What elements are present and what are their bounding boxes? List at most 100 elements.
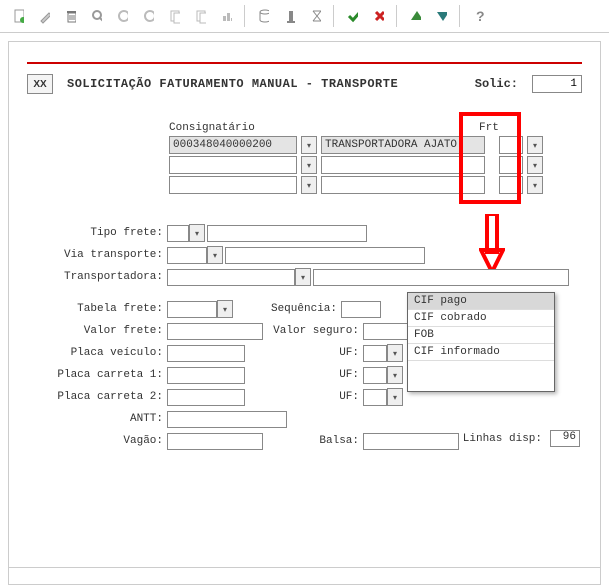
- linhas-disp: Linhas disp: 96: [463, 430, 580, 447]
- placa-carreta1-field[interactable]: [167, 367, 245, 384]
- dropdown-option[interactable]: FOB: [408, 327, 554, 344]
- info-icon[interactable]: [277, 4, 301, 28]
- solic-label: Solic:: [475, 77, 518, 91]
- consignatario-code[interactable]: [169, 156, 297, 174]
- copy-left-icon[interactable]: [162, 4, 186, 28]
- edit-icon[interactable]: [32, 4, 56, 28]
- tabela-frete-field[interactable]: [167, 301, 217, 318]
- check-icon[interactable]: [340, 4, 364, 28]
- toolbar: ?: [0, 0, 609, 33]
- transportadora-field[interactable]: [167, 269, 295, 286]
- consignatario-name-header: [301, 122, 465, 134]
- solic-field[interactable]: [532, 75, 582, 93]
- tipo-frete-label: Tipo frete:: [27, 227, 167, 239]
- frt-dropdown[interactable]: CIF pago CIF cobrado FOB CIF informado: [407, 292, 555, 392]
- title-row: XX SOLICITAÇÃO FATURAMENTO MANUAL - TRAN…: [27, 74, 582, 94]
- lookup-icon[interactable]: [295, 268, 311, 286]
- lookup-icon[interactable]: [189, 224, 205, 242]
- placa-carreta2-field[interactable]: [167, 389, 245, 406]
- circle-icon[interactable]: [136, 4, 160, 28]
- copy-right-icon[interactable]: [188, 4, 212, 28]
- page-title: SOLICITAÇÃO FATURAMENTO MANUAL - TRANSPO…: [67, 77, 398, 91]
- frt-header: Frt: [479, 122, 517, 134]
- dropdown-option[interactable]: CIF informado: [408, 344, 554, 361]
- vagao-field[interactable]: [167, 433, 263, 450]
- consignatario-name[interactable]: [321, 176, 485, 194]
- valor-frete-field[interactable]: [167, 323, 263, 340]
- lookup-icon[interactable]: [217, 300, 233, 318]
- vagao-label: Vagão:: [27, 435, 167, 447]
- frt-cell[interactable]: [499, 176, 523, 194]
- lookup-icon[interactable]: [527, 176, 543, 194]
- consignatario-row: 000348040000200 TRANSPORTADORA AJATO: [169, 136, 543, 154]
- antt-field[interactable]: [167, 411, 287, 428]
- lookup-icon[interactable]: [301, 136, 317, 154]
- uf-label: UF:: [245, 347, 363, 359]
- frt-cell[interactable]: [499, 136, 523, 154]
- lookup-icon[interactable]: [527, 136, 543, 154]
- consignatario-name[interactable]: [321, 156, 485, 174]
- toolbar-separator: [396, 5, 397, 27]
- consignatario-block: Consignatário Frt 000348040000200 TRANSP…: [169, 122, 543, 196]
- down-icon[interactable]: [429, 4, 453, 28]
- main-panel: XX SOLICITAÇÃO FATURAMENTO MANUAL - TRAN…: [8, 41, 601, 571]
- barrel-icon[interactable]: [251, 4, 275, 28]
- dropdown-option[interactable]: CIF cobrado: [408, 310, 554, 327]
- consignatario-row: [169, 156, 543, 174]
- red-divider: [27, 62, 582, 64]
- balsa-label: Balsa:: [263, 435, 363, 447]
- toolbar-separator: [459, 5, 460, 27]
- hourglass-icon[interactable]: [303, 4, 327, 28]
- delete-icon[interactable]: [58, 4, 82, 28]
- via-transporte-desc[interactable]: [225, 247, 425, 264]
- refresh-icon[interactable]: [110, 4, 134, 28]
- uf-field[interactable]: [363, 389, 387, 406]
- valor-seguro-label: Valor seguro:: [263, 325, 363, 337]
- placa-carreta2-label: Placa carreta 2:: [27, 391, 167, 403]
- xx-button[interactable]: XX: [27, 74, 53, 94]
- consignatario-row: [169, 176, 543, 194]
- transportadora-label: Transportadora:: [27, 271, 167, 283]
- sequencia-field[interactable]: [341, 301, 381, 318]
- uf-label: UF:: [245, 391, 363, 403]
- uf-label: UF:: [245, 369, 363, 381]
- via-transporte-label: Via transporte:: [27, 249, 167, 261]
- toolbar-separator: [244, 5, 245, 27]
- consignatario-code[interactable]: 000348040000200: [169, 136, 297, 154]
- bottom-bar: [8, 567, 601, 585]
- uf-field[interactable]: [363, 345, 387, 362]
- help-icon[interactable]: ?: [466, 4, 490, 28]
- uf-field[interactable]: [363, 367, 387, 384]
- tipo-frete-field[interactable]: [167, 225, 189, 242]
- tabela-frete-label: Tabela frete:: [27, 303, 167, 315]
- svg-text:?: ?: [476, 8, 484, 24]
- lookup-icon[interactable]: [301, 156, 317, 174]
- lookup-icon[interactable]: [207, 246, 223, 264]
- lookup-icon[interactable]: [387, 388, 403, 406]
- lookup-icon[interactable]: [527, 156, 543, 174]
- transportadora-desc[interactable]: [313, 269, 569, 286]
- consignatario-name[interactable]: TRANSPORTADORA AJATO: [321, 136, 485, 154]
- frt-cell[interactable]: [499, 156, 523, 174]
- balsa-field[interactable]: [363, 433, 459, 450]
- up-icon[interactable]: [403, 4, 427, 28]
- sequencia-label: Sequência:: [261, 303, 341, 315]
- valor-frete-label: Valor frete:: [27, 325, 167, 337]
- new-doc-icon[interactable]: [6, 4, 30, 28]
- placa-veiculo-field[interactable]: [167, 345, 245, 362]
- via-transporte-field[interactable]: [167, 247, 207, 264]
- dropdown-spacer: [408, 361, 554, 391]
- antt-label: ANTT:: [27, 413, 167, 425]
- placa-carreta1-label: Placa carreta 1:: [27, 369, 167, 381]
- placa-veiculo-label: Placa veículo:: [27, 347, 167, 359]
- lookup-icon[interactable]: [301, 176, 317, 194]
- consignatario-code[interactable]: [169, 176, 297, 194]
- toolbar-separator: [333, 5, 334, 27]
- chart-icon[interactable]: [214, 4, 238, 28]
- tipo-frete-desc[interactable]: [207, 225, 367, 242]
- cancel-icon[interactable]: [366, 4, 390, 28]
- lookup-icon[interactable]: [387, 366, 403, 384]
- search-icon[interactable]: [84, 4, 108, 28]
- dropdown-option[interactable]: CIF pago: [408, 293, 554, 310]
- lookup-icon[interactable]: [387, 344, 403, 362]
